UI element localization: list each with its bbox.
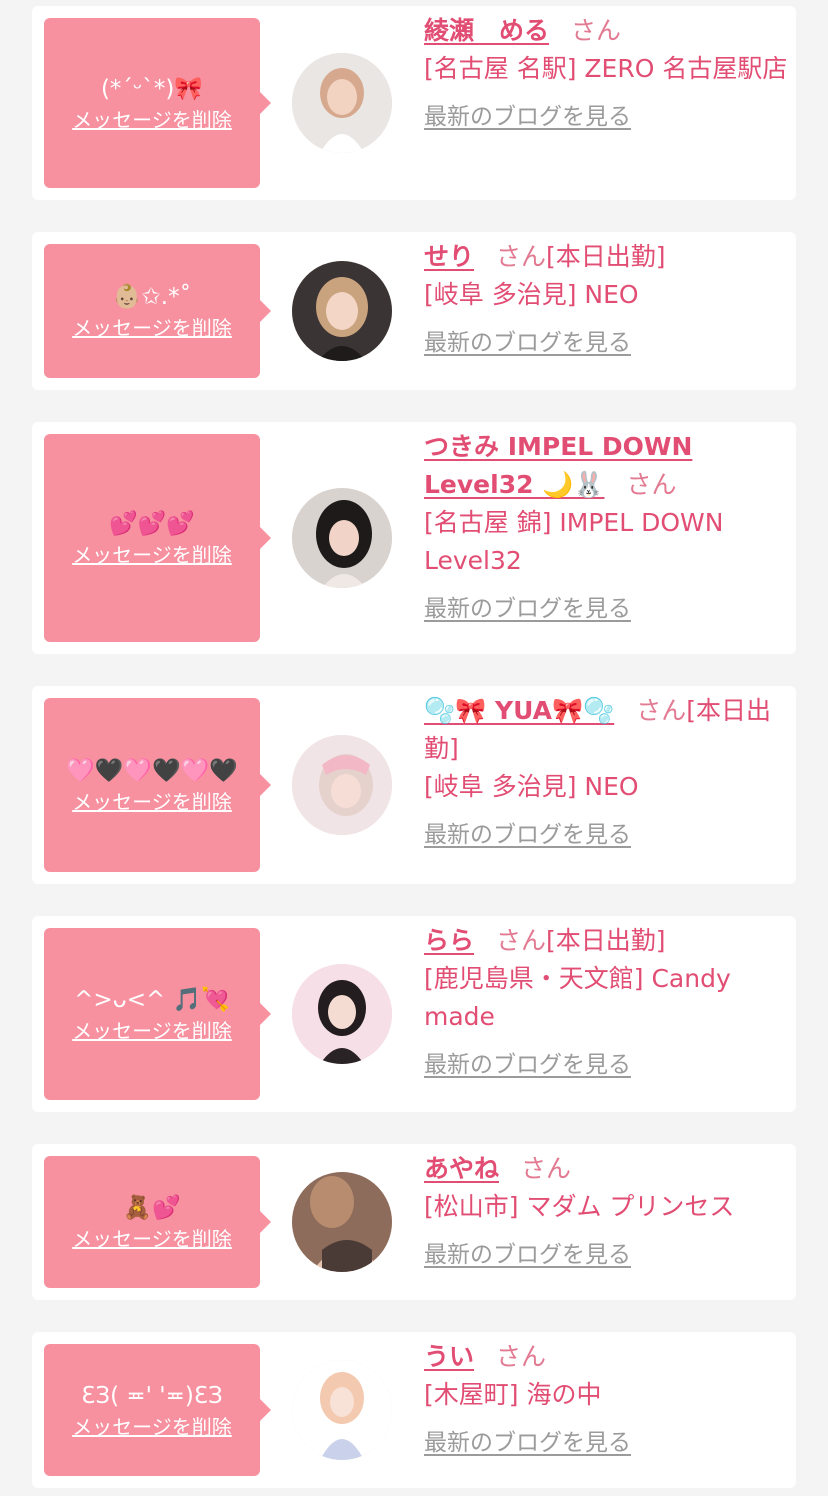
delete-message-link[interactable]: メッセージを削除 — [72, 789, 232, 815]
blog-link[interactable]: 最新のブログを見る — [424, 816, 631, 854]
honorific: さん — [571, 16, 622, 45]
avatar[interactable] — [292, 735, 392, 835]
message-text: ƐЗ( ≖' '≖)ƐЗ — [81, 1383, 223, 1409]
delete-message-link[interactable]: メッセージを削除 — [72, 1226, 232, 1252]
cast-info: 🫧🎀 YUA🎀🫧 さん[本日出勤] [岐阜 多治見] NEO 最新のブログを見る — [424, 692, 788, 854]
honorific: さん — [626, 470, 677, 499]
list-item: 💕💕💕 メッセージを削除 つきみ IMPEL DOWN Level32 🌙🐰 さん… — [32, 422, 796, 654]
message-bubble: 🩷🖤🩷🖤🩷🖤 メッセージを削除 — [44, 698, 271, 872]
message-bubble: 🧸💕 メッセージを削除 — [44, 1156, 271, 1288]
cast-info: せり さん[本日出勤] [岐阜 多治見] NEO 最新のブログを見る — [424, 238, 788, 362]
message-bubble: ^>ᴗ<^ 🎵💘 メッセージを削除 — [44, 928, 271, 1100]
message-text: (*ˊᵕˋ*)🎀 — [100, 76, 204, 102]
favorite-list: (*ˊᵕˋ*)🎀 メッセージを削除 綾瀬 める さん [名古屋 名駅] ZERO … — [0, 0, 828, 1496]
message-bubble: 💕💕💕 メッセージを削除 — [44, 434, 271, 642]
list-item: ^>ᴗ<^ 🎵💘 メッセージを削除 らら さん[本日出勤] [鹿児島県・天文館] … — [32, 916, 796, 1112]
delete-message-link[interactable]: メッセージを削除 — [72, 1018, 232, 1044]
blog-link[interactable]: 最新のブログを見る — [424, 1236, 631, 1274]
cast-name-link[interactable]: あやね — [424, 1154, 499, 1183]
avatar[interactable] — [292, 1172, 392, 1272]
blog-link[interactable]: 最新のブログを見る — [424, 1046, 631, 1084]
message-text: ^>ᴗ<^ 🎵💘 — [74, 987, 230, 1013]
message-bubble: ƐЗ( ≖' '≖)ƐЗ メッセージを削除 — [44, 1344, 271, 1476]
cast-name-link[interactable]: らら — [424, 926, 474, 955]
cast-info: あやね さん [松山市] マダム プリンセス 最新のブログを見る — [424, 1150, 788, 1274]
delete-message-link[interactable]: メッセージを削除 — [72, 1414, 232, 1440]
list-item: 🩷🖤🩷🖤🩷🖤 メッセージを削除 🫧🎀 YUA🎀🫧 さん[本日出勤] [岐阜 多治見… — [32, 686, 796, 884]
status-badge: [本日出勤] — [546, 926, 666, 955]
delete-message-link[interactable]: メッセージを削除 — [72, 107, 232, 133]
avatar[interactable] — [292, 1360, 392, 1460]
delete-message-link[interactable]: メッセージを削除 — [72, 542, 232, 568]
cast-name-link[interactable]: 🫧🎀 YUA🎀🫧 — [424, 696, 614, 725]
message-text: 👶🏼✩.*˚ — [112, 284, 192, 310]
cast-name-link[interactable]: うい — [424, 1342, 474, 1371]
blog-link[interactable]: 最新のブログを見る — [424, 590, 631, 628]
store-name: [岐阜 多治見] NEO — [424, 280, 639, 309]
blog-link[interactable]: 最新のブログを見る — [424, 1424, 631, 1462]
message-text: 🩷🖤🩷🖤🩷🖤 — [66, 758, 238, 784]
cast-info: 綾瀬 める さん [名古屋 名駅] ZERO 名古屋駅店 最新のブログを見る — [424, 12, 788, 136]
store-name: [鹿児島県・天文館] Candy made — [424, 964, 731, 1031]
store-name: [木屋町] 海の中 — [424, 1380, 602, 1409]
store-name: [松山市] マダム プリンセス — [424, 1192, 735, 1221]
honorific: さん — [496, 242, 547, 271]
store-name: [名古屋 名駅] ZERO 名古屋駅店 — [424, 54, 788, 83]
avatar[interactable] — [292, 488, 392, 588]
delete-message-link[interactable]: メッセージを削除 — [72, 315, 232, 341]
honorific: さん — [496, 926, 547, 955]
store-name: [名古屋 錦] IMPEL DOWN Level32 — [424, 508, 724, 575]
cast-name-link[interactable]: せり — [424, 242, 474, 271]
cast-info: うい さん [木屋町] 海の中 最新のブログを見る — [424, 1338, 788, 1462]
cast-info: つきみ IMPEL DOWN Level32 🌙🐰 さん [名古屋 錦] IMPE… — [424, 428, 788, 628]
honorific: さん — [521, 1154, 572, 1183]
blog-link[interactable]: 最新のブログを見る — [424, 324, 631, 362]
message-text: 🧸💕 — [123, 1195, 181, 1221]
message-bubble: 👶🏼✩.*˚ メッセージを削除 — [44, 244, 271, 378]
store-name: [岐阜 多治見] NEO — [424, 772, 639, 801]
list-item: 🧸💕 メッセージを削除 あやね さん [松山市] マダム プリンセス 最新のブログ… — [32, 1144, 796, 1300]
avatar[interactable] — [292, 53, 392, 153]
blog-link[interactable]: 最新のブログを見る — [424, 98, 631, 136]
list-item: ƐЗ( ≖' '≖)ƐЗ メッセージを削除 うい さん [木屋町] 海の中 最新の… — [32, 1332, 796, 1488]
honorific: さん — [496, 1342, 547, 1371]
message-bubble: (*ˊᵕˋ*)🎀 メッセージを削除 — [44, 18, 271, 188]
cast-name-link[interactable]: 綾瀬 める — [424, 16, 549, 45]
avatar[interactable] — [292, 964, 392, 1064]
honorific: さん — [636, 696, 687, 725]
message-text: 💕💕💕 — [109, 511, 195, 537]
list-item: 👶🏼✩.*˚ メッセージを削除 せり さん[本日出勤] [岐阜 多治見] NEO … — [32, 232, 796, 390]
avatar[interactable] — [292, 261, 392, 361]
cast-info: らら さん[本日出勤] [鹿児島県・天文館] Candy made 最新のブログを… — [424, 922, 788, 1084]
status-badge: [本日出勤] — [546, 242, 666, 271]
list-item: (*ˊᵕˋ*)🎀 メッセージを削除 綾瀬 める さん [名古屋 名駅] ZERO … — [32, 6, 796, 200]
